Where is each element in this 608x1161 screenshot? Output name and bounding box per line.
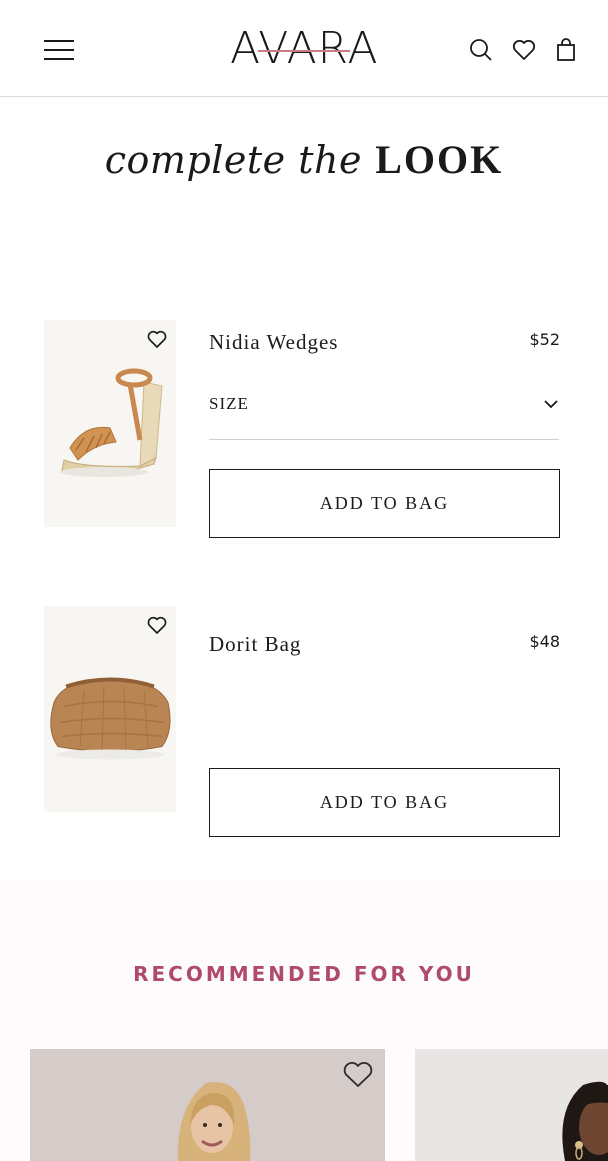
add-to-bag-button[interactable]: ADD TO BAG xyxy=(209,768,560,837)
size-label: SIZE xyxy=(209,394,249,413)
product-price: $48 xyxy=(529,632,560,651)
bag-icon[interactable] xyxy=(553,37,579,63)
add-to-bag-button[interactable]: ADD TO BAG xyxy=(209,469,560,538)
menu-icon[interactable] xyxy=(44,38,74,60)
product-row: Dorit Bag $48 ADD TO BAG xyxy=(44,606,560,846)
chevron-down-icon xyxy=(544,400,558,409)
title-caps-text: LOOK xyxy=(375,137,504,182)
wedge-sandal-image xyxy=(44,320,176,527)
product-image-bag[interactable] xyxy=(44,606,176,812)
wishlist-heart-icon[interactable] xyxy=(146,328,168,350)
product-image-wedges[interactable] xyxy=(44,320,176,527)
recommended-product-card[interactable] xyxy=(415,1049,608,1161)
recommended-product-card[interactable] xyxy=(30,1049,385,1161)
product-price: $52 xyxy=(529,330,560,349)
recommended-section: RECOMMENDED FOR YOU xyxy=(0,880,608,1161)
section-title: complete the LOOK xyxy=(0,130,608,190)
product-name[interactable]: Nidia Wedges xyxy=(209,330,338,355)
model-photo xyxy=(415,1049,608,1161)
product-name[interactable]: Dorit Bag xyxy=(209,632,301,657)
wishlist-heart-icon[interactable] xyxy=(146,614,168,636)
wishlist-heart-icon[interactable] xyxy=(341,1057,375,1091)
title-italic-text: complete the xyxy=(104,138,362,182)
brand-logo[interactable]: AVARA xyxy=(230,24,378,74)
recommended-title: RECOMMENDED FOR YOU xyxy=(133,962,475,986)
search-icon[interactable] xyxy=(468,37,494,63)
size-dropdown[interactable]: SIZE xyxy=(209,388,559,440)
site-header: AVARA xyxy=(0,0,608,97)
heart-icon[interactable] xyxy=(511,37,537,63)
logo-accent-bar xyxy=(258,50,350,52)
product-row: Nidia Wedges $52 SIZE ADD TO BAG xyxy=(44,320,560,540)
model-photo xyxy=(30,1049,385,1161)
straw-clutch-image xyxy=(44,606,176,812)
